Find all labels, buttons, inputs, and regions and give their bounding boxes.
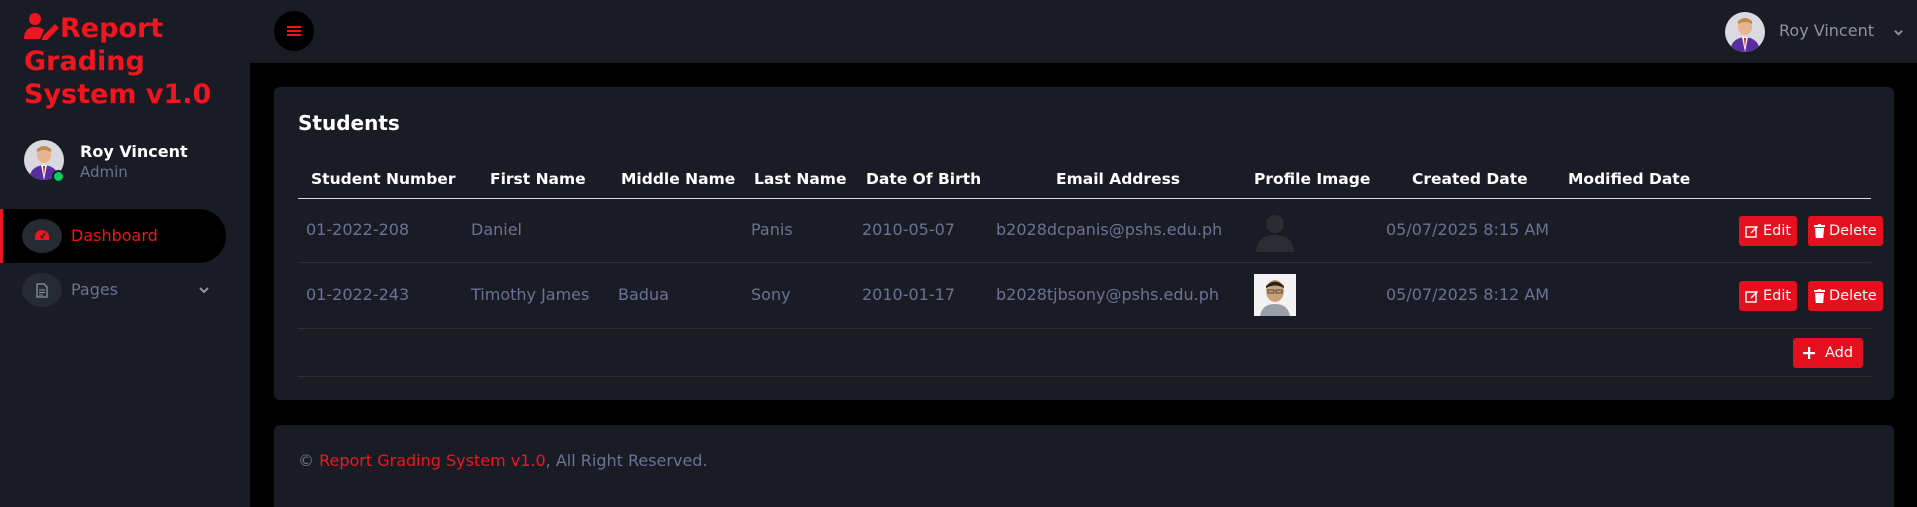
student-photo [1254, 274, 1296, 316]
column-header: Student Number [311, 170, 456, 188]
sidebar-item-label: Pages [71, 280, 119, 299]
column-header: First Name [490, 170, 586, 188]
sidebar: Report Grading System v1.0 Roy Vincent A… [0, 0, 250, 507]
sidebar-item-label: Dashboard [71, 226, 158, 245]
plus-icon [1803, 347, 1815, 359]
trash-icon [1814, 289, 1825, 303]
delete-label: Delete [1829, 288, 1877, 304]
top-navbar: Roy Vincent [250, 0, 1917, 63]
edit-label: Edit [1763, 288, 1792, 304]
column-header: Profile Image [1254, 170, 1371, 188]
profile-role: Admin [80, 163, 128, 181]
cell-last-name: Panis [751, 220, 793, 239]
file-icon [36, 282, 48, 298]
footer-link[interactable]: Report Grading System v1.0 [319, 451, 546, 470]
profile-name: Roy Vincent [80, 142, 188, 161]
table-row: 01-2022-243 Timothy James Badua Sony 201… [298, 263, 1883, 329]
chevron-down-icon [199, 287, 209, 294]
cell-date-of-birth: 2010-05-07 [862, 220, 955, 239]
edit-button[interactable]: Edit [1739, 216, 1798, 246]
sidebar-item-dashboard[interactable]: Dashboard [0, 209, 226, 263]
edit-button[interactable]: Edit [1739, 281, 1798, 311]
page-title: Students [298, 111, 400, 135]
footer-text: © Report Grading System v1.0, All Right … [298, 451, 708, 470]
table-header: Student Number First Name Middle Name La… [298, 157, 1871, 199]
table-footer-row: Add [298, 329, 1871, 377]
column-header: Email Address [1056, 170, 1181, 188]
table-row: 01-2022-208 Daniel Panis 2010-05-07 b202… [298, 199, 1883, 263]
add-label: Add [1825, 345, 1854, 361]
column-header: Modified Date [1568, 170, 1691, 188]
edit-icon [1745, 226, 1758, 238]
cell-middle-name: Badua [618, 285, 669, 304]
delete-button[interactable]: Delete [1808, 281, 1883, 311]
cell-last-name: Sony [751, 285, 791, 304]
delete-button[interactable]: Delete [1808, 216, 1883, 246]
delete-label: Delete [1829, 223, 1877, 239]
cell-first-name: Daniel [471, 220, 522, 239]
menu-toggle-button[interactable] [274, 11, 314, 51]
sidebar-item-pages[interactable]: Pages [0, 263, 226, 317]
cell-first-name: Timothy James [471, 285, 590, 304]
column-header: Date Of Birth [866, 170, 982, 188]
sidebar-profile: Roy Vincent Admin [24, 140, 234, 190]
cell-created-date: 05/07/2025 8:15 AM [1386, 220, 1550, 239]
footer: © Report Grading System v1.0, All Right … [274, 425, 1894, 507]
cell-student-number: 01-2022-208 [306, 220, 410, 239]
nav-icon-wrap [22, 219, 62, 253]
cell-email: b2028dcpanis@pshs.edu.ph [996, 220, 1223, 239]
avatar [1725, 12, 1765, 52]
cell-date-of-birth: 2010-01-17 [862, 285, 955, 304]
column-header: Created Date [1412, 170, 1528, 188]
edit-label: Edit [1763, 223, 1792, 239]
tachometer-icon [35, 230, 49, 240]
chevron-down-icon [1894, 30, 1903, 36]
column-header: Last Name [754, 170, 847, 188]
user-edit-icon [24, 13, 59, 40]
cell-email: b2028tjbsony@pshs.edu.ph [996, 285, 1220, 304]
nav-icon-wrap [22, 273, 62, 307]
cell-student-number: 01-2022-243 [306, 285, 410, 304]
brand-logo[interactable]: Report Grading System v1.0 [24, 12, 234, 111]
user-menu-dropdown[interactable]: Roy Vincent [1725, 9, 1905, 53]
hamburger-icon [287, 26, 301, 36]
online-status-dot [52, 170, 65, 183]
footer-suffix: , All Right Reserved. [545, 451, 708, 470]
user-avatar-icon [1725, 12, 1765, 52]
add-button[interactable]: Add [1793, 338, 1864, 368]
students-card: Students Student Number First Name Middl… [274, 87, 1894, 400]
trash-icon [1814, 224, 1825, 238]
cell-created-date: 05/07/2025 8:12 AM [1386, 285, 1550, 304]
user-name: Roy Vincent [1779, 21, 1874, 40]
edit-icon [1745, 291, 1758, 303]
default-avatar-icon [1256, 215, 1294, 252]
column-header: Middle Name [621, 170, 736, 188]
footer-copyright: © [298, 451, 320, 470]
